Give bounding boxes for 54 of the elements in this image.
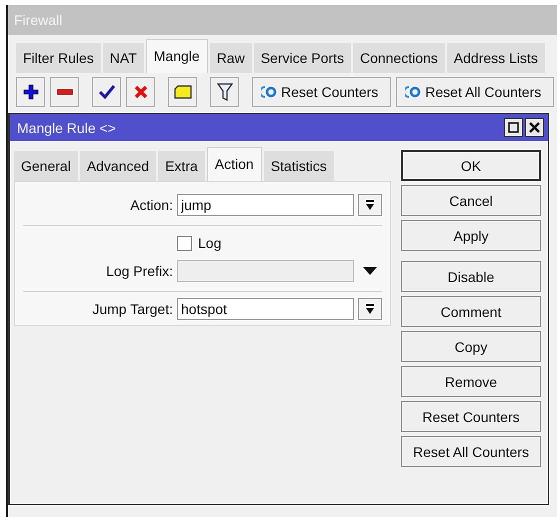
enable-button[interactable]	[92, 77, 121, 107]
check-icon	[98, 85, 114, 99]
tab[interactable]: Action	[206, 147, 262, 181]
checkbox-label: Log	[198, 235, 222, 251]
dialog-button[interactable]: Apply	[401, 220, 541, 251]
cross-icon	[134, 85, 148, 99]
plus-icon	[22, 84, 38, 100]
input-field[interactable]: hotspot	[177, 298, 354, 320]
tab[interactable]: Mangle	[146, 39, 208, 73]
dialog-button[interactable]: Reset Counters	[401, 401, 541, 432]
reset-counters-button[interactable]: Reset All Counters	[396, 77, 554, 107]
dialog-button[interactable]: Comment	[401, 296, 541, 327]
remove-button[interactable]	[50, 77, 79, 107]
tab[interactable]: Service Ports	[254, 43, 351, 73]
dialog-button[interactable]: Copy	[401, 331, 541, 362]
dropdown-button[interactable]	[358, 194, 382, 216]
add-button[interactable]	[16, 77, 45, 107]
dropdown-button[interactable]	[358, 298, 382, 320]
tab[interactable]: Connections	[352, 43, 445, 73]
filter-button[interactable]	[210, 77, 239, 107]
note-icon	[174, 85, 192, 99]
dialog-button[interactable]: Reset All Counters	[401, 436, 541, 467]
reset-icon	[405, 86, 422, 98]
reset-counters-button[interactable]: Reset Counters	[252, 77, 392, 107]
dialog-button[interactable]: Disable	[401, 261, 541, 292]
comment-button[interactable]	[168, 77, 197, 107]
maximize-button[interactable]	[504, 118, 523, 137]
tab[interactable]: General	[14, 151, 78, 181]
tab[interactable]: Filter Rules	[16, 43, 101, 73]
field-label: Log Prefix:	[105, 263, 173, 279]
dialog-button[interactable]: OK	[401, 150, 541, 181]
disable-button[interactable]	[126, 77, 155, 107]
maximize-icon	[508, 122, 519, 133]
dialog-title: Mangle Rule <>	[17, 120, 116, 136]
dialog-button[interactable]: Cancel	[401, 185, 541, 216]
tab[interactable]: Advanced	[80, 151, 156, 181]
tab[interactable]: NAT	[102, 43, 144, 73]
field-label: Jump Target:	[91, 301, 173, 317]
dropdown-icon	[365, 304, 375, 314]
reset-icon	[261, 86, 277, 98]
tab[interactable]: Raw	[210, 43, 252, 73]
filter-icon	[216, 83, 232, 101]
dialog-button[interactable]: Remove	[401, 366, 541, 397]
tab[interactable]: Address Lists	[446, 43, 545, 73]
minus-icon	[56, 89, 72, 95]
caret-icon	[363, 267, 377, 275]
checkbox[interactable]	[177, 236, 192, 250]
input-field[interactable]: jump	[177, 194, 354, 216]
tab[interactable]: Extra	[158, 151, 205, 181]
close-button[interactable]	[525, 118, 544, 137]
close-icon	[529, 122, 540, 133]
field-label: Action:	[129, 197, 173, 213]
tab[interactable]: Statistics	[264, 151, 334, 181]
dropdown-icon	[365, 200, 375, 210]
